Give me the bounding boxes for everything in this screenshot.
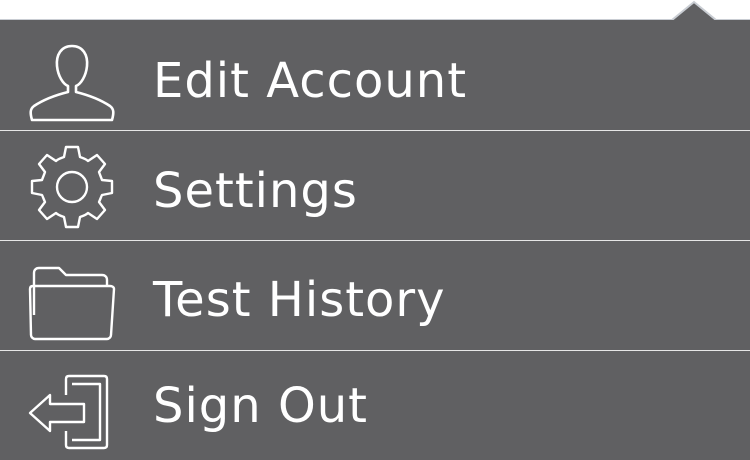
menu-item-label: Edit Account [153, 53, 468, 109]
menu-item-label: Sign Out [153, 378, 368, 434]
menu-item-edit-account[interactable]: Edit Account [0, 20, 750, 130]
menu-item-label: Settings [153, 163, 358, 219]
gear-icon [26, 139, 118, 231]
menu-item-label: Test History [153, 272, 446, 328]
menu-item-settings[interactable]: Settings [0, 131, 750, 240]
user-icon [26, 30, 118, 122]
folder-icon [26, 253, 118, 345]
account-menu: Edit Account Settings Test History Sign … [0, 20, 750, 460]
menu-item-sign-out[interactable]: Sign Out [0, 351, 750, 460]
account-dropdown: Edit Account Settings Test History Sign … [0, 0, 750, 460]
sign-out-icon [26, 359, 118, 451]
menu-item-test-history[interactable]: Test History [0, 241, 750, 350]
